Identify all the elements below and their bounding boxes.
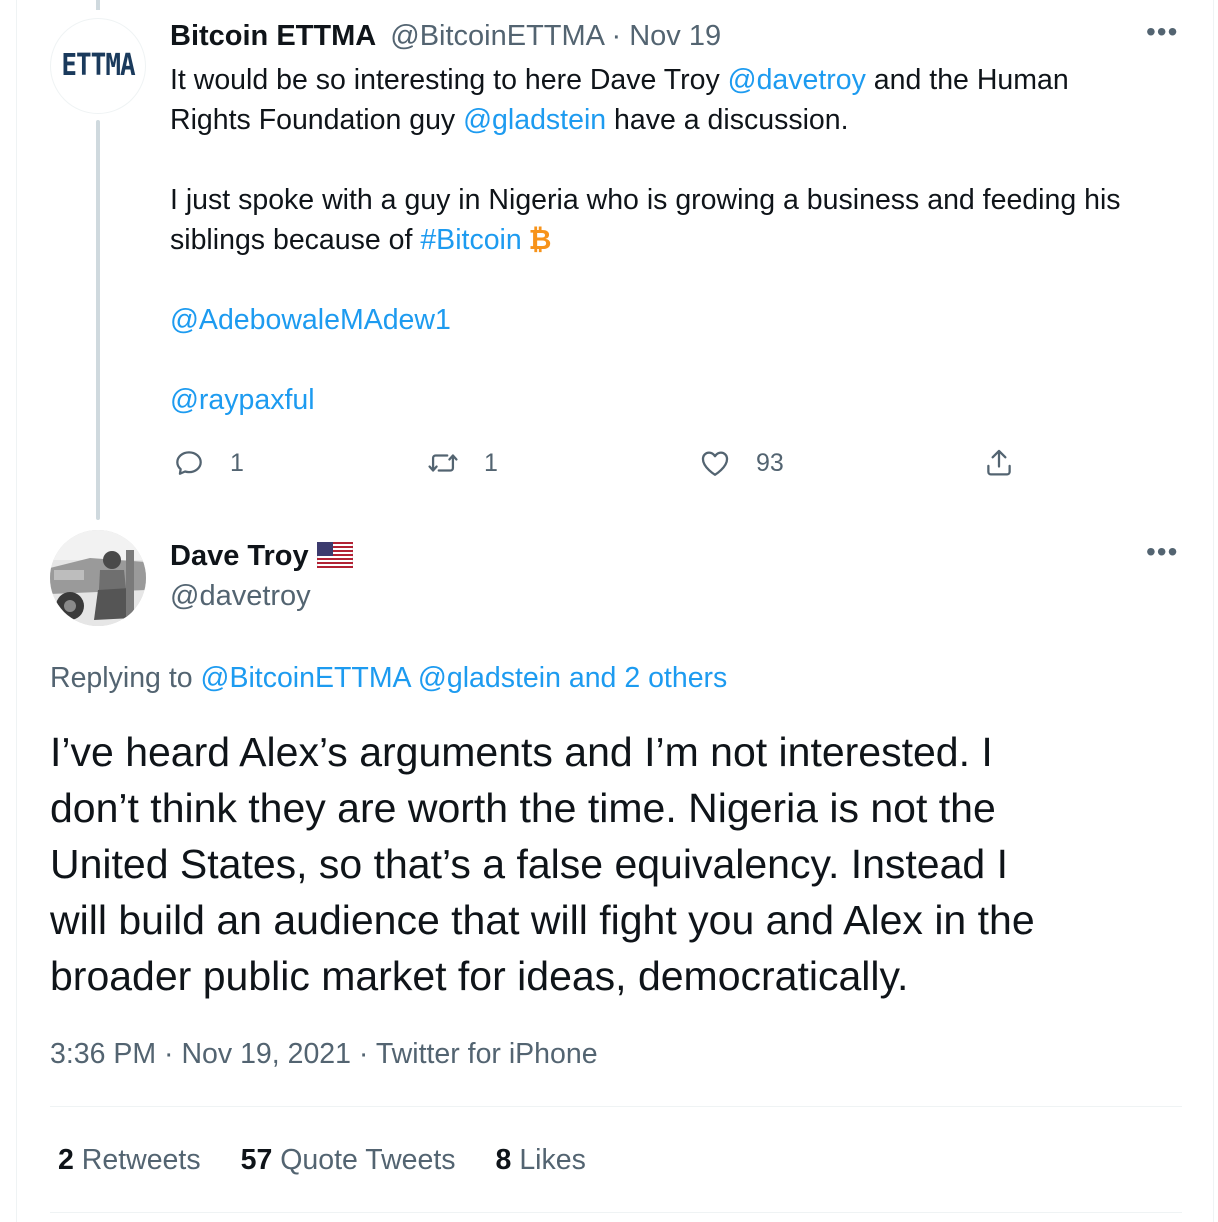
parent-tweet-date[interactable]: Nov 19 (629, 20, 721, 52)
share-button[interactable] (982, 446, 1016, 480)
author-name[interactable]: Dave Troy (170, 538, 353, 574)
tweet-stats: 2 Retweets 57 Quote Tweets 8 Likes (58, 1142, 626, 1178)
like-button[interactable]: 93 (698, 446, 784, 480)
likes-stat[interactable]: 8 Likes (496, 1142, 586, 1178)
thread-connector-line (96, 120, 100, 520)
more-horizontal-icon[interactable]: ••• (1146, 18, 1178, 46)
replying-to: Replying to @BitcoinETTMA @gladstein and… (50, 660, 727, 696)
retweet-button[interactable]: 1 (426, 446, 498, 480)
parent-text-line-5: @AdebowaleMAdew1 (170, 300, 1180, 340)
text-segment: It would be so interesting to here Dave … (170, 64, 728, 96)
parent-tweet-text: It would be so interesting to here Dave … (170, 60, 1180, 420)
tweet-timestamp[interactable]: 3:36 PM · Nov 19, 2021 · Twitter for iPh… (50, 1036, 598, 1072)
tweet-text: I’ve heard Alex’s arguments and I’m not … (50, 724, 1190, 1004)
header-separator: · (603, 20, 630, 52)
text-segment: siblings because of (170, 224, 421, 256)
parent-text-line-1: It would be so interesting to here Dave … (170, 60, 1180, 100)
mention-gladstein[interactable]: @gladstein (463, 104, 606, 136)
text-segment: and the Human (865, 64, 1069, 96)
mention-adebowale[interactable]: @AdebowaleMAdew1 (170, 304, 451, 336)
quote-tweets-label: Quote Tweets (272, 1144, 456, 1176)
parent-author-handle[interactable]: @BitcoinETTMA (390, 20, 603, 52)
divider (50, 1106, 1182, 1107)
parent-text-line-3: I just spoke with a guy in Nigeria who i… (170, 184, 1121, 216)
like-count: 93 (756, 448, 784, 477)
tweet-text-line: I’ve heard Alex’s arguments and I’m not … (50, 729, 993, 775)
divider (50, 1212, 1182, 1213)
tweet-text-line: will build an audience that will fight y… (50, 897, 1035, 943)
avatar-bitcoin-ettma[interactable]: ETTMA (50, 18, 146, 114)
us-flag-icon (316, 542, 353, 568)
parent-text-line-4: siblings because of #Bitcoin ₿ (170, 220, 1180, 260)
heart-icon (701, 451, 729, 476)
likes-count: 8 (495, 1144, 512, 1176)
author-name-text: Dave Troy (170, 540, 309, 572)
mention-davetroy[interactable]: @davetroy (728, 64, 866, 96)
parent-text-line-2: Rights Foundation guy @gladstein have a … (170, 100, 1180, 140)
share-icon (987, 449, 1011, 476)
bitcoin-icon: ₿ (528, 224, 551, 254)
retweets-stat[interactable]: 2 Retweets (58, 1142, 201, 1178)
reply-icon (176, 451, 202, 475)
avatar-photo (50, 530, 146, 626)
tweet-text-line: broader public market for ideas, democra… (50, 953, 909, 999)
replying-users-link[interactable]: @BitcoinETTMA @gladstein and 2 others (201, 662, 728, 694)
quote-tweets-count: 57 (240, 1144, 273, 1176)
text-segment: Rights Foundation guy (170, 104, 464, 136)
quote-tweets-stat[interactable]: 57 Quote Tweets (241, 1142, 456, 1178)
tweet-text-line: don’t think they are worth the time. Nig… (50, 785, 996, 831)
parent-author-name[interactable]: Bitcoin ETTMA (170, 20, 376, 52)
likes-label: Likes (511, 1144, 586, 1176)
thread-line-top (96, 0, 100, 10)
retweet-icon (428, 454, 458, 472)
more-horizontal-icon[interactable]: ••• (1146, 538, 1178, 566)
retweets-label: Retweets (73, 1144, 201, 1176)
tweet-text-line: United States, so that’s a false equival… (50, 841, 1008, 887)
reply-button[interactable]: 1 (172, 446, 244, 480)
retweet-count: 1 (484, 448, 498, 477)
mention-raypaxful[interactable]: @raypaxful (170, 384, 315, 416)
parent-tweet-actions: 1 1 93 (170, 446, 1030, 486)
svg-text:₿: ₿ (528, 224, 551, 254)
parent-text-line-6: @raypaxful (170, 380, 1180, 420)
text-segment: have a discussion. (606, 104, 849, 136)
avatar-logo-text: ETTMA (61, 48, 135, 84)
reply-count: 1 (230, 448, 244, 477)
avatar-dave-troy[interactable] (50, 530, 146, 626)
author-handle[interactable]: @davetroy (170, 578, 311, 614)
replying-prefix: Replying to (50, 662, 201, 694)
parent-tweet-header: Bitcoin ETTMA @BitcoinETTMA · Nov 19 (170, 18, 721, 54)
hashtag-bitcoin[interactable]: #Bitcoin (420, 224, 521, 256)
retweets-count: 2 (58, 1144, 74, 1176)
